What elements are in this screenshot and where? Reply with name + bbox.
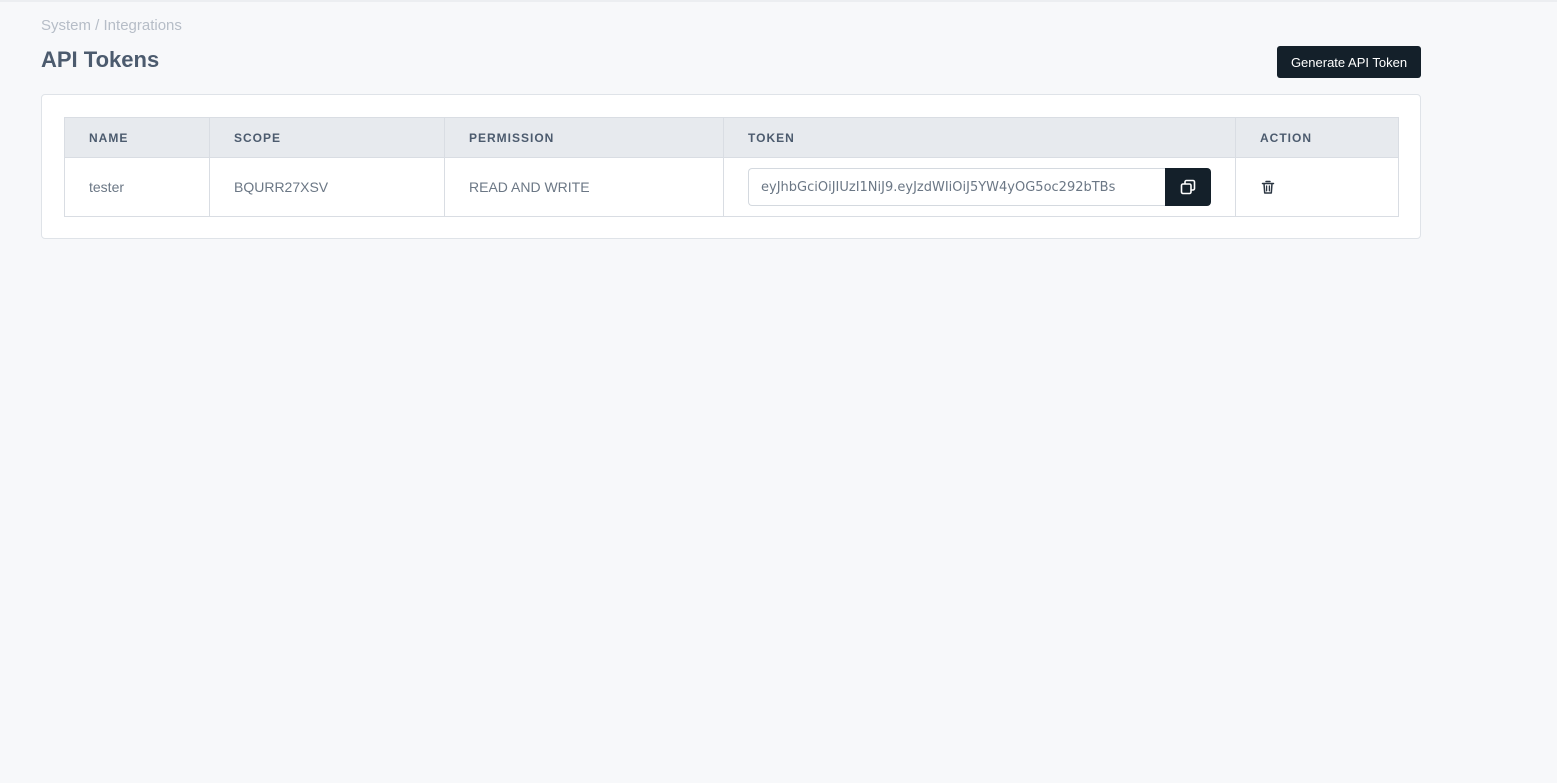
breadcrumb: System / Integrations: [41, 17, 182, 34]
column-header-name: NAME: [64, 117, 210, 158]
column-header-token: TOKEN: [723, 117, 1236, 158]
copy-icon: [1179, 178, 1197, 196]
token-action-cell: [1235, 157, 1399, 217]
token-permission-cell: READ AND WRITE: [444, 157, 724, 217]
tokens-card: NAME SCOPE PERMISSION TOKEN ACTION teste…: [41, 94, 1421, 239]
trash-icon: [1260, 179, 1276, 195]
page-title: API Tokens: [41, 47, 160, 72]
tokens-table: NAME SCOPE PERMISSION TOKEN ACTION teste…: [64, 117, 1399, 217]
delete-token-button[interactable]: [1260, 179, 1276, 195]
token-field-group: [748, 168, 1211, 206]
column-header-permission: PERMISSION: [444, 117, 724, 158]
token-scope-cell: BQURR27XSV: [209, 157, 445, 217]
table-header-row: NAME SCOPE PERMISSION TOKEN ACTION: [64, 117, 1399, 158]
table-row: tester BQURR27XSV READ AND WRITE: [64, 157, 1399, 217]
column-header-scope: SCOPE: [209, 117, 445, 158]
token-input[interactable]: [748, 168, 1165, 206]
token-value-cell: [723, 157, 1236, 217]
token-name-cell: tester: [64, 157, 210, 217]
copy-token-button[interactable]: [1165, 168, 1211, 206]
generate-api-token-button[interactable]: Generate API Token: [1277, 46, 1421, 78]
top-divider: [0, 0, 1557, 2]
column-header-action: ACTION: [1235, 117, 1399, 158]
